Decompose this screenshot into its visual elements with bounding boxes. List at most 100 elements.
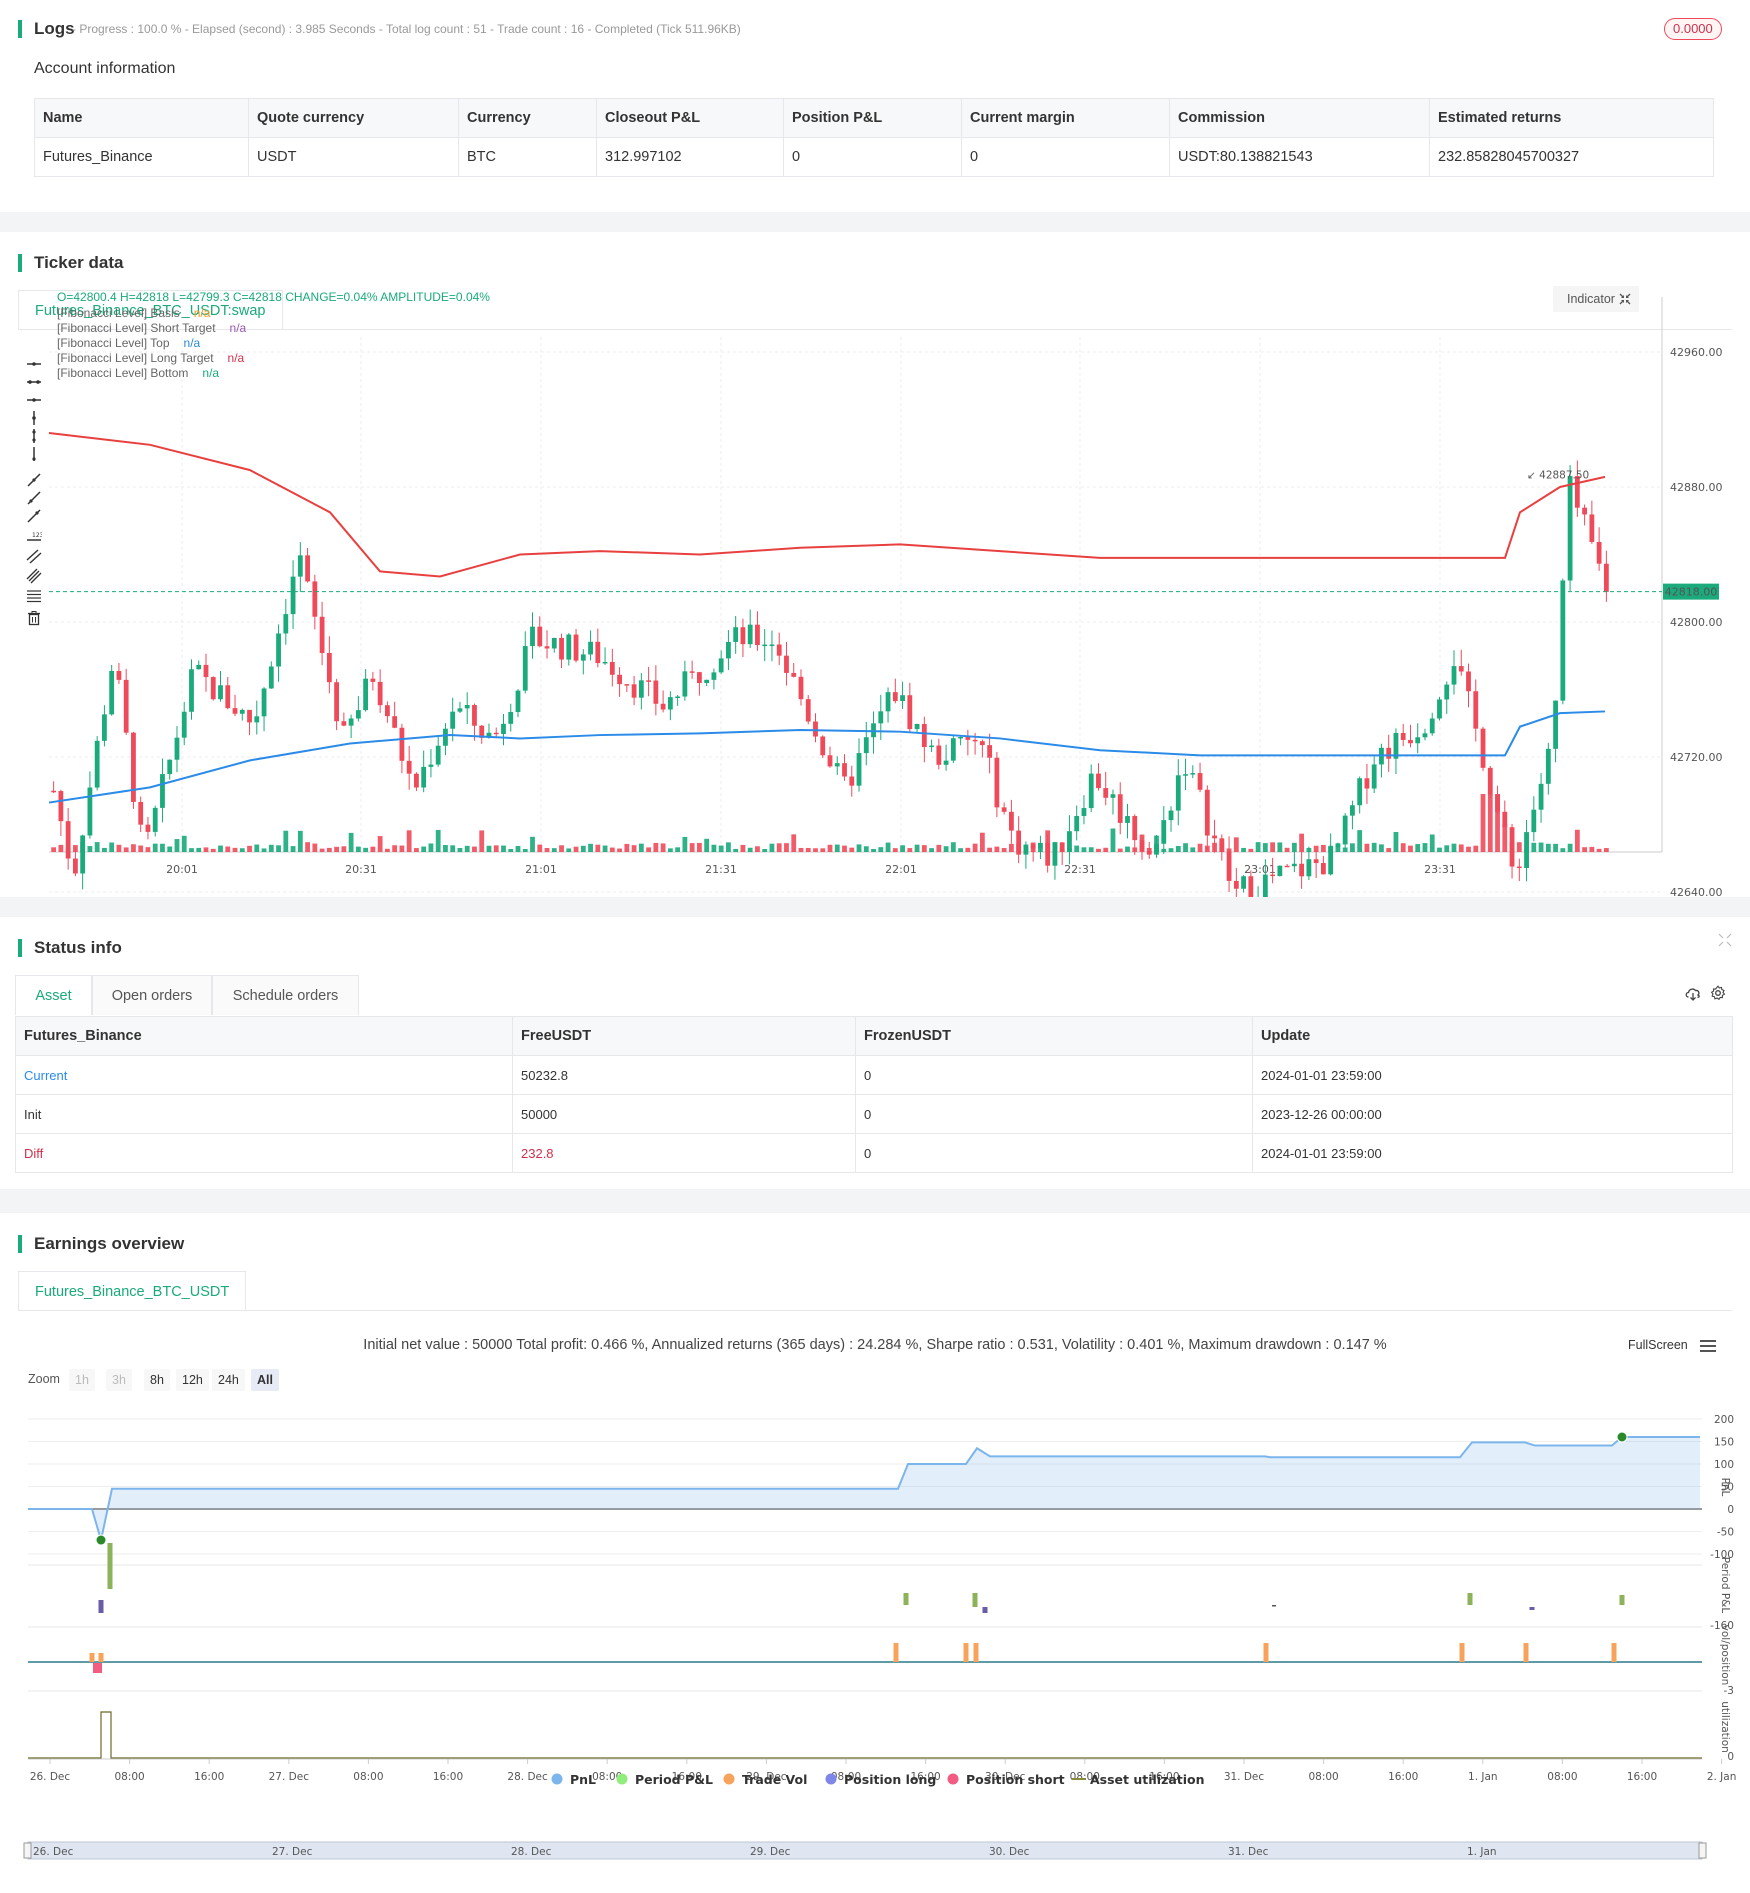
volume-bar	[160, 843, 165, 852]
volume-bar	[522, 848, 528, 852]
x-tick-label: 27. Dec	[269, 1771, 310, 1783]
col-current-margin: Current margin	[961, 98, 1170, 138]
zoom-1h[interactable]: 1h	[69, 1369, 95, 1391]
candle-body	[530, 626, 535, 647]
candle-body	[515, 690, 521, 712]
trade-vol-bar	[893, 1643, 899, 1662]
candle-body	[544, 646, 550, 649]
candle-body	[849, 776, 855, 786]
candle-body	[537, 626, 543, 647]
period-pnl-bar	[1619, 1595, 1625, 1605]
volume-bar	[297, 830, 303, 852]
cell: Futures_Binance	[34, 137, 249, 177]
candle-body	[152, 807, 158, 832]
volume-bar	[254, 844, 260, 852]
candle-body	[435, 745, 441, 765]
volume-bar	[1502, 824, 1508, 852]
candle-body	[566, 634, 572, 660]
tab-earnings-symbol[interactable]: Futures_Binance_BTC_USDT	[18, 1271, 247, 1311]
candle-body	[160, 774, 165, 808]
volume-bar	[1088, 847, 1094, 852]
candle-body	[1175, 775, 1181, 811]
candle-body	[805, 699, 811, 722]
row-label-init: Init	[15, 1094, 513, 1134]
candle-body	[1183, 774, 1188, 776]
earnings-summary: Initial net value : 50000 Total profit: …	[363, 1337, 1387, 1353]
x-tick-label: 26. Dec	[30, 1771, 71, 1783]
candle-body	[1270, 874, 1276, 877]
candle-body	[109, 670, 115, 715]
zoom-12h[interactable]: 12h	[176, 1369, 209, 1391]
x-tick-label: 22:01	[885, 863, 917, 876]
candle-body	[363, 678, 369, 711]
x-tick-label: 08:00	[114, 1771, 144, 1783]
volume-bar	[849, 847, 855, 852]
candle-body	[1350, 805, 1355, 816]
x-tick-label: 16:00	[194, 1771, 224, 1783]
navigator-label: 1. Jan	[1467, 1846, 1497, 1858]
zoom-24h[interactable]: 24h	[212, 1369, 245, 1391]
util-tick-label: 0	[1727, 1751, 1734, 1763]
volume-bar	[1045, 830, 1051, 852]
y-tick-label: 0	[1727, 1504, 1734, 1516]
earnings-chart[interactable]: 200150100500-50-100-160-30PnLPeriod P&Lv…	[0, 1395, 1750, 1893]
volume-bar	[791, 834, 797, 852]
menu-icon[interactable]	[1700, 1339, 1716, 1353]
candle-body	[1277, 865, 1283, 877]
candle-body	[689, 671, 695, 673]
volume-bar	[1154, 835, 1159, 852]
volume-bar	[1161, 848, 1167, 852]
candle-body	[348, 718, 354, 726]
candle-body	[464, 705, 470, 709]
candle-body	[450, 711, 456, 729]
volume-bar	[1350, 843, 1355, 852]
fullscreen-button[interactable]: FullScreen	[1628, 1338, 1688, 1352]
tab-schedule-orders[interactable]: Schedule orders	[212, 975, 359, 1015]
candle-body	[1313, 859, 1319, 864]
cell: 0	[783, 137, 962, 177]
volume-bar	[798, 847, 804, 852]
candle-body	[718, 658, 724, 673]
volume-bar	[261, 848, 267, 852]
volume-bar	[987, 847, 993, 852]
earnings-title: Earnings overview	[18, 1235, 184, 1253]
candle-body	[842, 763, 847, 777]
settings-gear-icon[interactable]	[1710, 985, 1726, 1001]
trade-vol-bar	[1523, 1643, 1529, 1662]
tab-asset[interactable]: Asset	[15, 975, 92, 1015]
candlestick-chart[interactable]: 42960.00 42880.00 42800.00 42720.00 42640.00…	[0, 232, 1750, 897]
candle-body	[1161, 820, 1167, 844]
candle-body	[1437, 699, 1442, 719]
zoom-all[interactable]: All	[251, 1369, 279, 1391]
volume-bar	[1081, 847, 1087, 852]
volume-bar	[842, 845, 847, 852]
volume-bar	[1574, 829, 1580, 852]
tab-open-orders[interactable]: Open orders	[92, 975, 212, 1015]
volume-bar	[1146, 847, 1152, 852]
volume-bar	[609, 847, 615, 852]
candle-body	[1538, 783, 1544, 810]
expand-icon[interactable]	[1718, 933, 1732, 947]
volume-bar	[1553, 843, 1558, 852]
candle-body	[51, 790, 57, 793]
volume-bar	[1437, 847, 1442, 852]
candle-body	[1589, 514, 1595, 542]
zoom-8h[interactable]: 8h	[144, 1369, 170, 1391]
cloud-download-icon[interactable]	[1684, 986, 1702, 1002]
volume-bar	[624, 843, 630, 852]
zoom-3h[interactable]: 3h	[106, 1369, 132, 1391]
volume-bar	[530, 836, 535, 852]
volume-bar	[472, 846, 477, 852]
volume-bar	[1415, 844, 1421, 852]
candle-body	[102, 714, 107, 741]
volume-bar	[174, 839, 180, 852]
x-tick-label: 08:00	[1547, 1771, 1577, 1783]
volume-bar	[145, 847, 151, 852]
asset-row-init: Init 50000 0 2023-12-26 00:00:00	[15, 1094, 1733, 1134]
volume-bar	[689, 843, 695, 852]
period-pnl-bar	[1529, 1607, 1535, 1610]
candle-body	[1132, 816, 1138, 841]
navigator-label: 26. Dec	[33, 1846, 74, 1858]
volume-bar	[501, 845, 506, 852]
y-tick-label: 42960.00	[1670, 346, 1723, 359]
